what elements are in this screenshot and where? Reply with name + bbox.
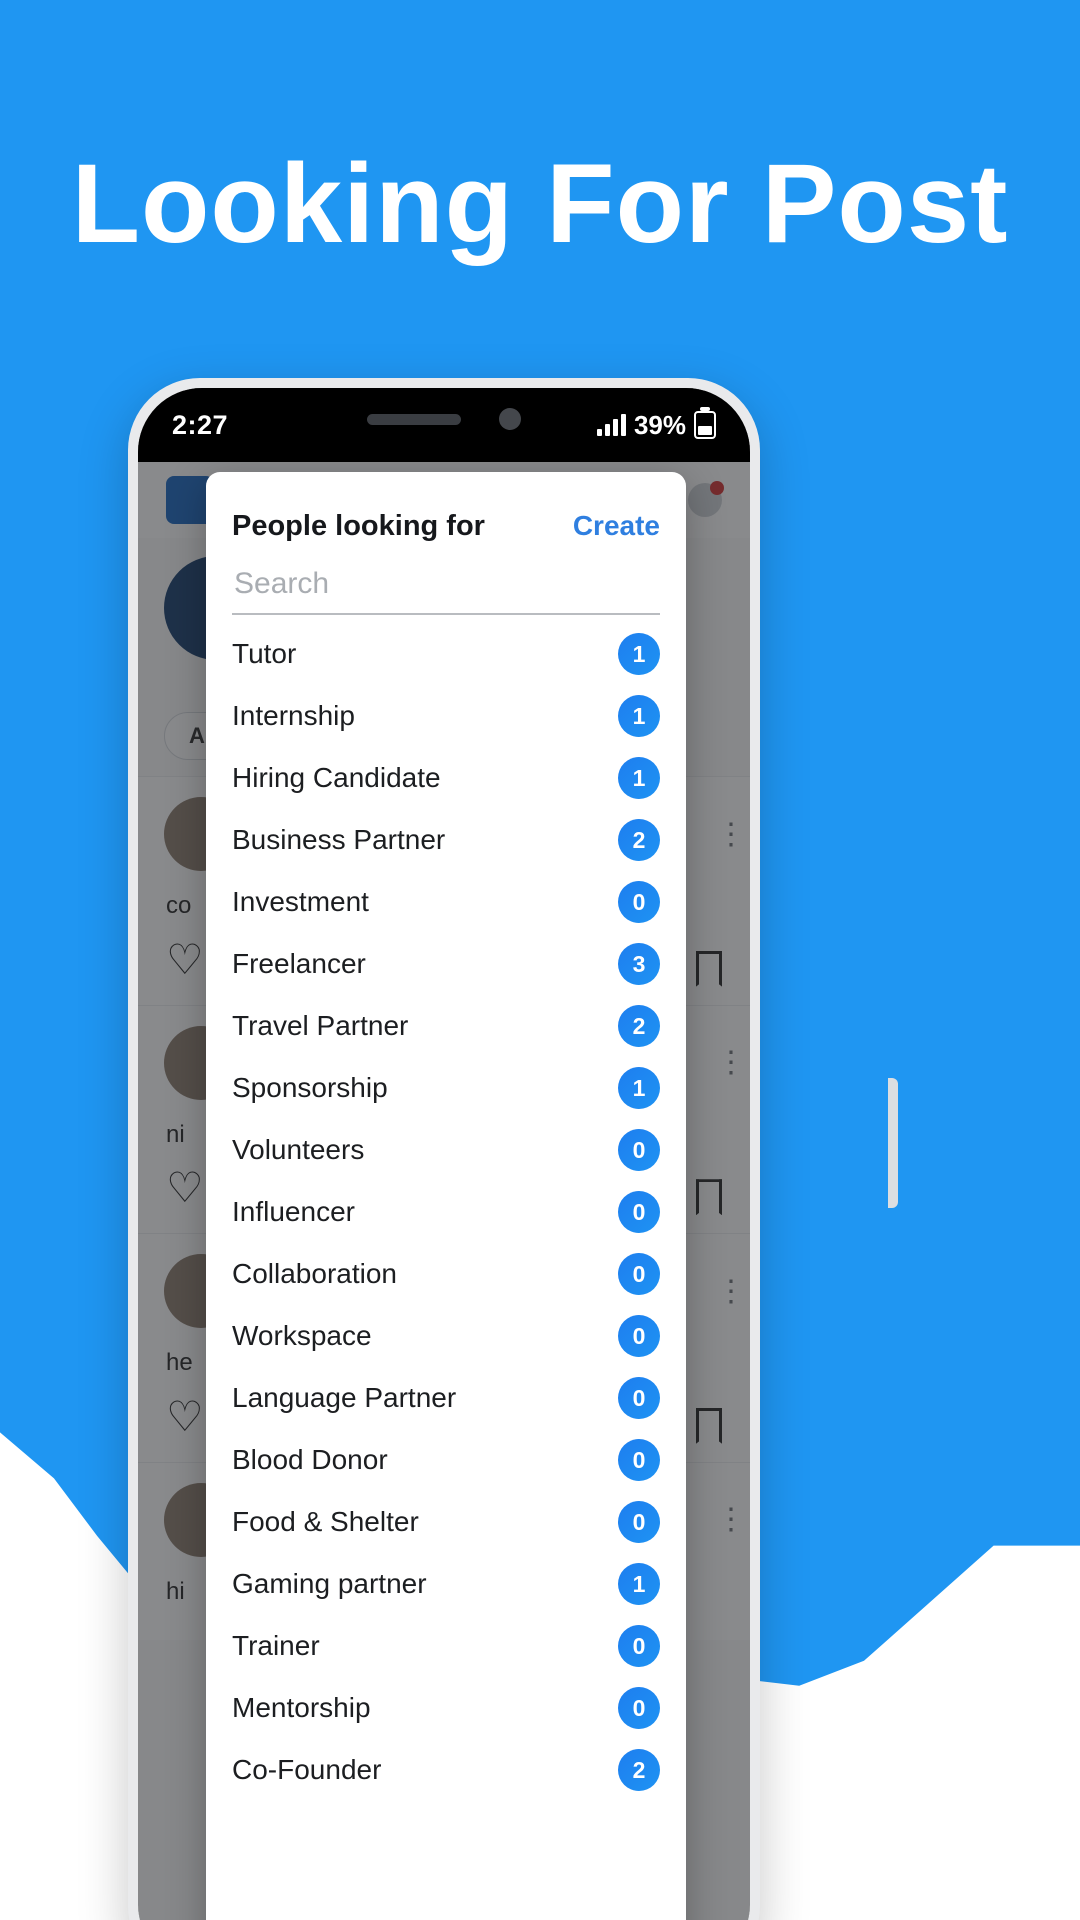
list-item[interactable]: Collaboration 0 [206,1243,686,1305]
list-item-label: Food & Shelter [232,1506,419,1537]
list-item-label: Language Partner [232,1382,457,1413]
list-item-label: Workspace [232,1320,372,1351]
list-item-count-badge: 0 [618,1377,660,1419]
search-container [206,543,686,615]
list-item-count-badge: 0 [618,1439,660,1481]
list-item-count-badge: 0 [618,1687,660,1729]
list-item[interactable]: Mentorship 0 [206,1677,686,1739]
list-item-count-badge: 1 [618,695,660,737]
status-indicators: 39% [596,409,716,441]
list-item-label: Tutor [232,638,297,669]
list-item-label: Investment [232,886,369,917]
list-item-label: Mentorship [232,1692,371,1723]
list-item-count-badge: 1 [618,1563,660,1605]
create-button[interactable]: Create [573,510,660,542]
phone-notch [294,388,594,450]
list-item[interactable]: Language Partner 0 [206,1367,686,1429]
list-item[interactable]: Influencer 0 [206,1181,686,1243]
list-item[interactable]: Blood Donor 0 [206,1429,686,1491]
list-item-count-badge: 1 [618,1067,660,1109]
list-item-count-badge: 0 [618,881,660,923]
list-item-label: Freelancer [232,948,366,979]
status-time: 2:27 [172,409,229,440]
phone-mockup: 2:27 39% ♡ ◻ 🔖 ♡ ◻ 🔖 ♡ ◻ 🔖 People lookin… [128,378,898,1920]
app-screen: 2:27 39% ♡ ◻ 🔖 ♡ ◻ 🔖 ♡ ◻ 🔖 People lookin… [138,388,750,1920]
list-item[interactable]: Business Partner 2 [206,809,686,871]
modal-title: People looking for [232,510,485,542]
list-item[interactable]: Hiring Candidate 1 [206,747,686,809]
modal-header: People looking for Create [206,472,686,543]
list-item[interactable]: Co-Founder 2 [206,1739,686,1801]
list-item-label: Blood Donor [232,1444,388,1475]
list-item[interactable]: Internship 1 [206,685,686,747]
list-item[interactable]: Travel Partner 2 [206,995,686,1057]
looking-for-list[interactable]: Tutor 1 Internship 1 Hiring Candidate 1 Busine… [206,615,686,1920]
list-item[interactable]: Workspace 0 [206,1305,686,1367]
battery-percent-label: 39% [633,409,686,440]
list-item-count-badge: 3 [618,943,660,985]
signal-bars-icon [596,414,626,436]
earpiece-speaker-icon [367,413,461,425]
list-item-label: Collaboration [232,1258,397,1289]
list-item-count-badge: 0 [618,1129,660,1171]
list-item-count-badge: 0 [618,1253,660,1295]
list-item-count-badge: 1 [618,633,660,675]
list-item[interactable]: Sponsorship 1 [206,1057,686,1119]
promo-page: Looking For Post 2:27 39% ♡ ◻ 🔖 ♡ ◻ 🔖 ♡ … [0,0,1080,1920]
list-item[interactable]: Freelancer 3 [206,933,686,995]
list-item-count-badge: 0 [618,1191,660,1233]
list-item-label: Co-Founder [232,1754,382,1785]
list-item-count-badge: 1 [618,757,660,799]
list-item[interactable]: Volunteers 0 [206,1119,686,1181]
front-camera-icon [499,408,521,430]
promo-headline: Looking For Post [71,141,1009,266]
list-item[interactable]: Gaming partner 1 [206,1553,686,1615]
list-item-label: Gaming partner [232,1568,427,1599]
list-item-label: Internship [232,700,355,731]
power-button[interactable] [888,1078,898,1208]
list-item-label: Hiring Candidate [232,762,441,793]
list-item[interactable]: Food & Shelter 0 [206,1491,686,1553]
list-item-label: Sponsorship [232,1072,388,1103]
list-item[interactable]: Trainer 0 [206,1615,686,1677]
battery-icon [694,411,716,439]
list-item-count-badge: 2 [618,1749,660,1791]
list-item[interactable]: Investment 0 [206,871,686,933]
list-item-count-badge: 2 [618,1005,660,1047]
list-item-label: Business Partner [232,824,446,855]
list-item-count-badge: 0 [618,1501,660,1543]
list-item-count-badge: 2 [618,819,660,861]
list-item[interactable]: Tutor 1 [206,623,686,685]
search-input[interactable] [232,557,660,615]
phone-screen: 2:27 39% ♡ ◻ 🔖 ♡ ◻ 🔖 ♡ ◻ 🔖 People lookin… [138,388,750,1920]
people-looking-for-modal: People looking for Create Tutor1Internsh… [206,472,686,1920]
list-item-label: Influencer [232,1196,355,1227]
list-item-count-badge: 0 [618,1315,660,1357]
list-item-label: Travel Partner [232,1010,409,1041]
list-item-label: Trainer [232,1630,320,1661]
list-item-count-badge: 0 [618,1625,660,1667]
list-item-label: Volunteers [232,1134,365,1165]
